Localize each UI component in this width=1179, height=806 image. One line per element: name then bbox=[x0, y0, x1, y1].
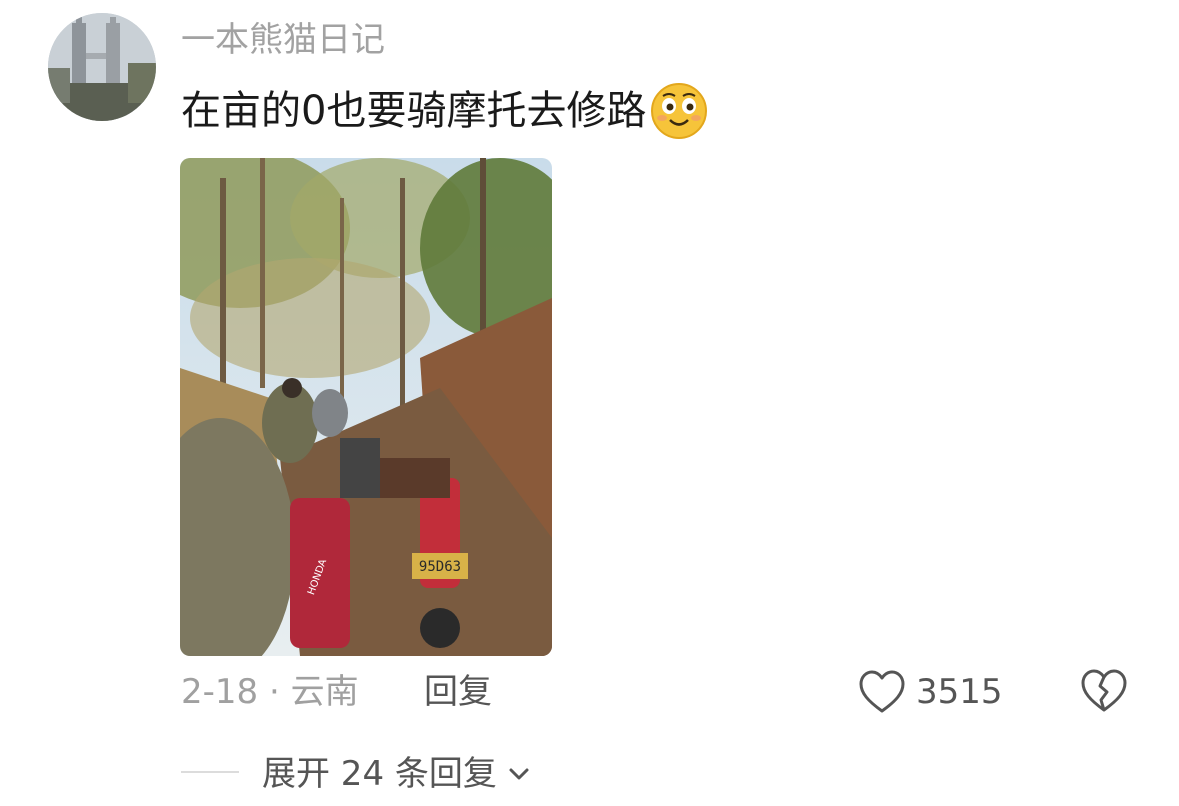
expand-replies-button[interactable]: 展开 24 条回复 bbox=[262, 752, 533, 796]
avatar[interactable] bbox=[48, 13, 156, 121]
dislike-button[interactable] bbox=[1080, 668, 1128, 716]
reply-button[interactable]: 回复 bbox=[424, 670, 492, 714]
expand-replies-label: 展开 24 条回复 bbox=[262, 754, 497, 794]
username[interactable]: 一本熊猫日记 bbox=[181, 18, 385, 62]
comment-text: 在亩的0也要骑摩托去修路 bbox=[181, 82, 708, 140]
avatar-image bbox=[48, 13, 156, 121]
broken-heart-icon bbox=[1081, 669, 1127, 712]
like-count: 3515 bbox=[916, 672, 1003, 712]
divider bbox=[181, 771, 239, 773]
smiling-face-emoji-icon bbox=[651, 83, 708, 139]
like-button[interactable]: 3515 bbox=[858, 668, 1003, 716]
plate-text: 95D63 bbox=[419, 559, 461, 575]
comment-photo[interactable]: 95D63 HONDA bbox=[180, 158, 552, 656]
chevron-down-icon bbox=[509, 768, 529, 780]
motorcycles-on-forest-trail-image: 95D63 HONDA bbox=[180, 158, 552, 656]
date-location: 2-18 · 云南 bbox=[181, 672, 359, 712]
comment-body: 在亩的0也要骑摩托去修路 bbox=[181, 88, 647, 134]
heart-icon bbox=[859, 670, 905, 713]
